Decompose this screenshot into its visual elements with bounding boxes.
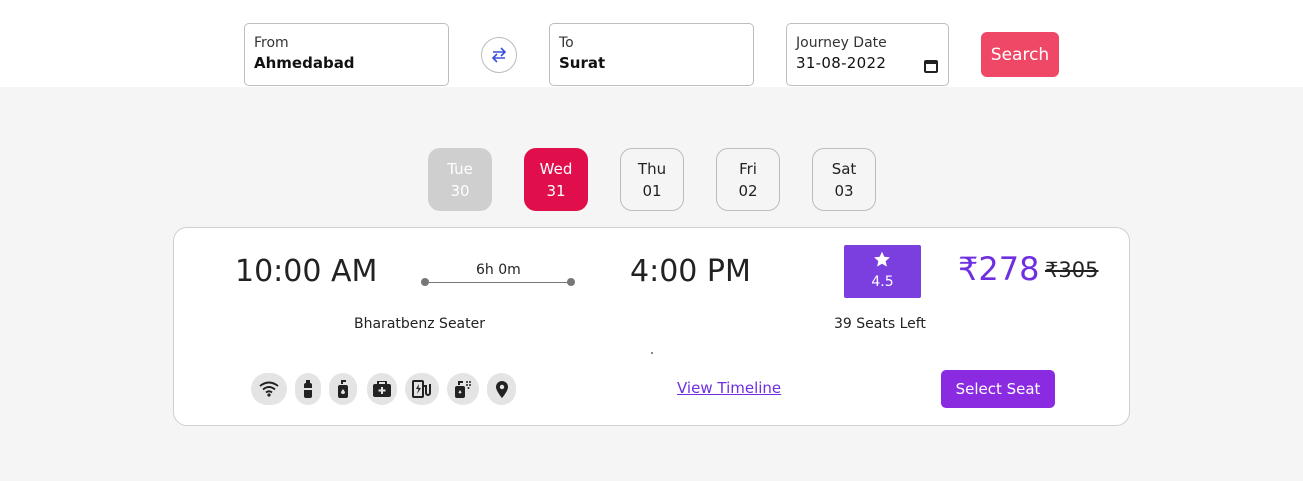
swap-button[interactable] (481, 37, 517, 73)
day-number: 31 (546, 182, 566, 200)
day-number: 02 (738, 182, 758, 200)
from-value[interactable]: Ahmedabad (254, 52, 439, 74)
swap-arrows-icon (491, 47, 507, 63)
arrival-time: 4:00 PM (630, 254, 751, 289)
duration-end-dot (567, 278, 575, 286)
duration-line (425, 282, 573, 283)
departure-time: 10:00 AM (235, 254, 378, 289)
first-aid-icon (367, 373, 397, 405)
to-label: To (559, 35, 574, 51)
rating-badge: 4.5 (844, 245, 921, 298)
day-name: Tue (447, 160, 473, 178)
sanitizer-icon (329, 373, 357, 405)
day-name: Thu (637, 160, 667, 178)
day-number: 01 (642, 182, 662, 200)
original-price: ₹305 (1045, 258, 1099, 282)
journey-date-label: Journey Date (796, 35, 887, 51)
day-name: Sat (831, 160, 857, 178)
seats-left: 39 Seats Left (834, 316, 926, 332)
day-name: Fri (739, 160, 757, 178)
search-bar: From Ahmedabad To Surat Journey Date 31-… (0, 0, 1303, 87)
search-button[interactable]: Search (981, 32, 1059, 77)
day-sat[interactable]: Sat 03 (812, 148, 876, 211)
day-thu[interactable]: Thu 01 (620, 148, 684, 211)
hand-sanitizer-icon (447, 373, 479, 405)
to-field[interactable]: To Surat (549, 23, 754, 86)
select-seat-button[interactable]: Select Seat (941, 370, 1055, 408)
bus-type: Bharatbenz Seater (354, 316, 485, 332)
journey-date-value[interactable]: 31-08-2022 (796, 52, 939, 74)
wifi-icon (251, 373, 287, 405)
calendar-icon[interactable] (924, 60, 938, 73)
day-wed[interactable]: Wed 31 (524, 148, 588, 211)
price: ₹278 (958, 250, 1040, 288)
day-name: Wed (539, 160, 573, 178)
water-bottle-icon (295, 373, 321, 405)
to-value[interactable]: Surat (559, 52, 744, 74)
duration-label: 6h 0m (476, 262, 521, 278)
day-fri[interactable]: Fri 02 (716, 148, 780, 211)
journey-date-field[interactable]: Journey Date 31-08-2022 (786, 23, 949, 86)
view-timeline-link[interactable]: View Timeline (677, 379, 781, 397)
day-number: 03 (834, 182, 854, 200)
day-number: 30 (450, 182, 470, 200)
charging-point-icon (405, 373, 439, 405)
from-label: From (254, 35, 289, 51)
day-tue[interactable]: Tue 30 (428, 148, 492, 211)
bus-card: 10:00 AM 6h 0m 4:00 PM 4.5 ₹278 ₹305 Bha… (173, 227, 1130, 426)
divider-dot (651, 352, 653, 354)
rating-value: 4.5 (871, 274, 894, 290)
location-icon (487, 373, 516, 405)
star-icon (874, 251, 890, 267)
from-field[interactable]: From Ahmedabad (244, 23, 449, 86)
